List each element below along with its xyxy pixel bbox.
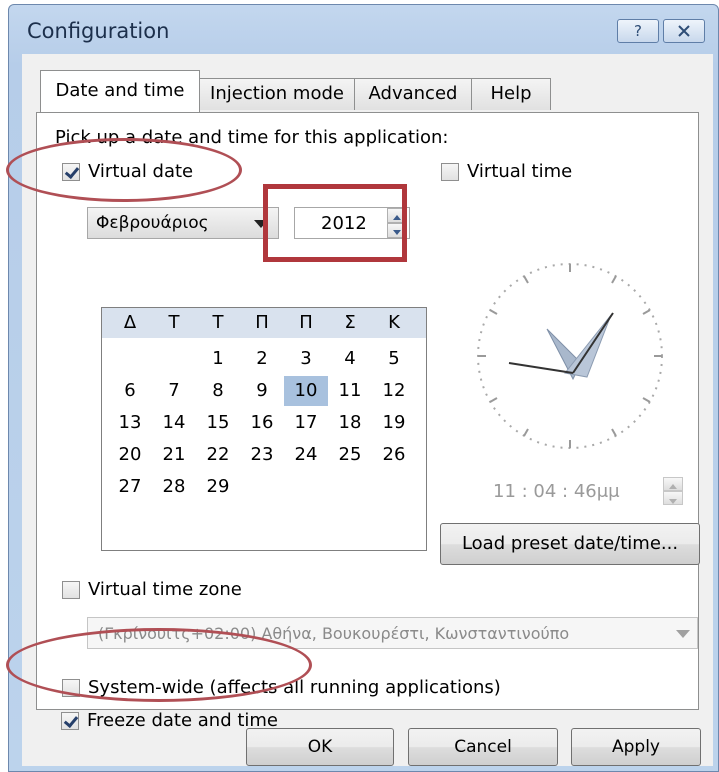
- day-cell[interactable]: 2: [240, 344, 284, 374]
- day-cell[interactable]: 12: [372, 376, 416, 406]
- calendar-header: Δ Τ Τ Π Π Σ Κ: [102, 308, 426, 338]
- day-cell[interactable]: 17: [284, 408, 328, 438]
- virtual-date-label: Virtual date: [88, 161, 194, 182]
- freeze-checkbox[interactable]: [61, 712, 79, 730]
- arrow-down-icon: [393, 230, 401, 235]
- day-cell[interactable]: 5: [372, 344, 416, 374]
- day-cell[interactable]: 13: [108, 408, 152, 438]
- chevron-down-icon: [254, 220, 268, 228]
- title-bar[interactable]: Configuration ?: [9, 5, 718, 57]
- instruction-text: Pick up a date and time for this applica…: [55, 127, 449, 148]
- tab-advanced[interactable]: Advanced: [354, 78, 472, 110]
- day-cell[interactable]: 4: [328, 344, 372, 374]
- month-calendar[interactable]: Δ Τ Τ Π Π Σ Κ 1 2 3 4 5 6 7 8 9 10 11 12…: [101, 307, 427, 551]
- system-wide-checkbox[interactable]: [62, 679, 80, 697]
- configuration-window: Configuration ? Date and time Injection …: [8, 4, 719, 772]
- day-cell[interactable]: 25: [328, 440, 372, 470]
- day-cell[interactable]: 21: [152, 440, 196, 470]
- date-time-panel: Pick up a date and time for this applica…: [36, 112, 700, 710]
- day-cell[interactable]: 24: [284, 440, 328, 470]
- weekday-label: Δ: [123, 312, 137, 333]
- month-value: Φεβρουάριος: [96, 213, 209, 233]
- system-wide-label: System-wide (affects all running applica…: [88, 677, 501, 698]
- day-cell[interactable]: 18: [328, 408, 372, 438]
- analog-clock: [455, 241, 685, 471]
- time-display: 11 : 04 : 46μμ: [493, 481, 620, 502]
- time-zone-select[interactable]: (Γκρίνουιτς+02:00) Αθήνα, Βουκουρέστι, Κ…: [87, 617, 698, 649]
- day-cell[interactable]: 29: [196, 472, 240, 502]
- close-icon: [678, 25, 690, 37]
- weekday-label: Τ: [212, 312, 224, 333]
- virtual-date-checkbox[interactable]: [62, 163, 80, 181]
- arrow-down-icon: [669, 499, 677, 504]
- virtual-time-checkbox[interactable]: [441, 163, 459, 181]
- cancel-button[interactable]: Cancel: [408, 728, 558, 766]
- window-title: Configuration: [27, 19, 170, 43]
- day-cell[interactable]: 14: [152, 408, 196, 438]
- weekday-label: Τ: [168, 312, 180, 333]
- help-button[interactable]: ?: [617, 19, 659, 43]
- weekday-label: Π: [255, 312, 269, 333]
- tab-date-and-time[interactable]: Date and time: [40, 70, 200, 112]
- weekday-label: Π: [299, 312, 313, 333]
- weekday-label: Σ: [344, 312, 356, 333]
- day-cell[interactable]: 15: [196, 408, 240, 438]
- ok-button[interactable]: OK: [246, 728, 394, 766]
- day-cell[interactable]: 27: [108, 472, 152, 502]
- year-spinner[interactable]: 2012: [294, 207, 410, 239]
- time-zone-value: (Γκρίνουιτς+02:00) Αθήνα, Βουκουρέστι, Κ…: [98, 624, 570, 643]
- dialog-body: Date and time Injection mode Advanced He…: [22, 54, 713, 766]
- day-cell[interactable]: 3: [284, 344, 328, 374]
- time-down-button[interactable]: [663, 491, 683, 505]
- apply-button[interactable]: Apply: [571, 728, 701, 766]
- day-cell[interactable]: 6: [108, 376, 152, 406]
- year-value: 2012: [321, 213, 367, 234]
- tab-injection-mode[interactable]: Injection mode: [199, 78, 355, 110]
- day-cell[interactable]: 1: [196, 344, 240, 374]
- day-cell[interactable]: 20: [108, 440, 152, 470]
- day-cell[interactable]: 8: [196, 376, 240, 406]
- virtual-time-label: Virtual time: [467, 161, 573, 182]
- day-cell[interactable]: 19: [372, 408, 416, 438]
- time-up-button[interactable]: [663, 477, 683, 491]
- year-down-button[interactable]: [387, 223, 407, 238]
- day-cell[interactable]: 28: [152, 472, 196, 502]
- day-cell[interactable]: 23: [240, 440, 284, 470]
- clock-face: [477, 263, 663, 449]
- virtual-time-zone-label: Virtual time zone: [88, 579, 242, 600]
- day-cell-selected[interactable]: 10: [284, 376, 328, 406]
- month-select[interactable]: Φεβρουάριος: [87, 207, 279, 239]
- close-button[interactable]: [663, 19, 705, 43]
- chevron-down-icon: [676, 630, 690, 638]
- day-cell[interactable]: 7: [152, 376, 196, 406]
- day-cell[interactable]: 16: [240, 408, 284, 438]
- virtual-time-zone-checkbox[interactable]: [62, 581, 80, 599]
- day-cell[interactable]: 22: [196, 440, 240, 470]
- day-cell[interactable]: 9: [240, 376, 284, 406]
- weekday-label: Κ: [388, 312, 400, 333]
- day-cell[interactable]: 11: [328, 376, 372, 406]
- tab-help[interactable]: Help: [471, 78, 551, 110]
- load-preset-button[interactable]: Load preset date/time...: [440, 523, 700, 565]
- day-cell[interactable]: 26: [372, 440, 416, 470]
- year-up-button[interactable]: [387, 208, 407, 223]
